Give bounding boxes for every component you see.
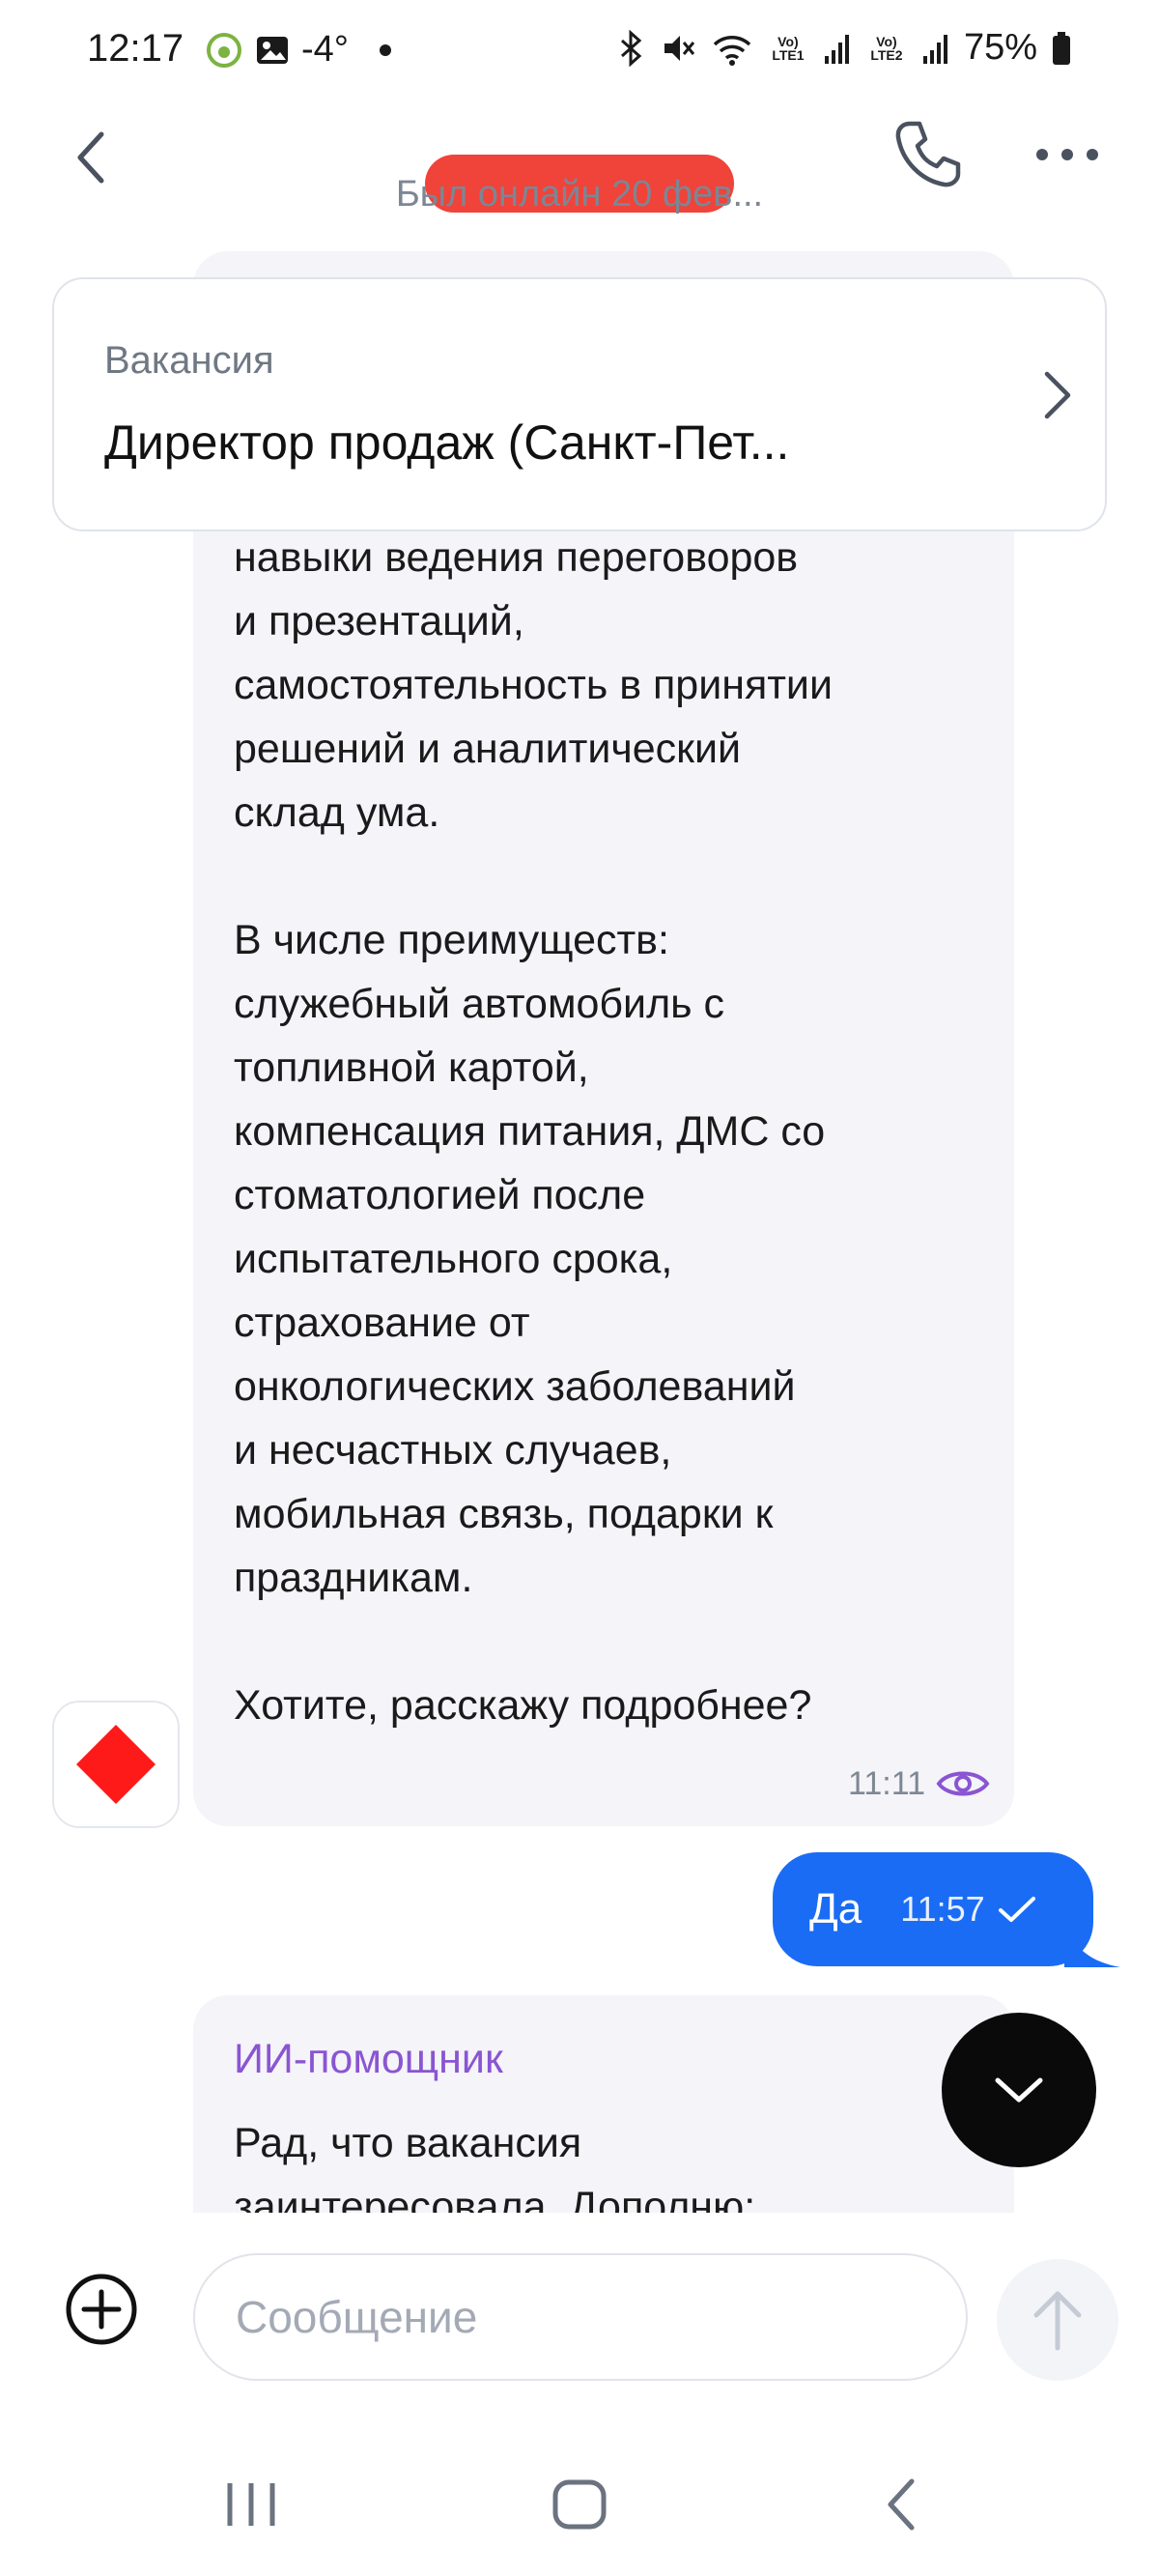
outgoing-message-bubble[interactable]: Да 11:57 (773, 1852, 1093, 1966)
message-text: навыки ведения переговоров и презентаций… (234, 534, 833, 1729)
message-text: Да (809, 1885, 862, 1932)
chevron-down-icon (995, 2077, 1043, 2103)
back-button[interactable] (58, 124, 126, 191)
call-button[interactable] (879, 106, 975, 203)
chevron-right-icon (1044, 371, 1071, 419)
signal-2-icon (922, 34, 947, 64)
message-sender: ИИ-помощник (234, 2036, 503, 2082)
assistant-message-bubble[interactable]: ИИ-помощник Рад, что вакансия заинтересо… (193, 1995, 1014, 2213)
recents-icon[interactable] (222, 2479, 280, 2530)
vacancy-label: Вакансия (104, 339, 274, 382)
lte1-label: Vo) LTE1 (772, 33, 805, 63)
chevron-left-icon (77, 131, 104, 184)
message-meta: 11:11 (848, 1764, 991, 1803)
message-input[interactable] (193, 2253, 968, 2381)
attach-button[interactable] (58, 2266, 145, 2353)
contact-status: Был онлайн 20 фев... (395, 174, 764, 215)
vacancy-card[interactable]: Вакансия Директор продаж (Санкт-Пет... (52, 277, 1107, 531)
bluetooth-icon (620, 29, 642, 67)
checkmark-icon (998, 1897, 1035, 1922)
vacancy-title: Директор продаж (Санкт-Пет... (104, 415, 790, 470)
wifi-icon (713, 35, 751, 66)
nav-back-icon[interactable] (881, 2476, 919, 2533)
signal-1-icon (824, 34, 849, 64)
status-time: 12:17 (87, 27, 184, 70)
more-button[interactable] (1029, 126, 1106, 184)
status-right-icons: Vo) LTE1 Vo) LTE2 75% (616, 27, 1072, 69)
app-notification-icon (207, 32, 241, 68)
home-icon[interactable] (551, 2477, 608, 2532)
system-nav-bar (0, 2416, 1159, 2576)
bubble-tail (1064, 1923, 1120, 1967)
message-time: 11:57 (900, 1889, 985, 1929)
phone-icon (895, 121, 961, 187)
message-text: Рад, что вакансия заинтересовала. Дополн… (234, 2120, 756, 2213)
battery-icon (1053, 31, 1070, 65)
image-notification-icon (257, 36, 288, 64)
status-left-icons: -4° (205, 29, 391, 71)
sender-avatar[interactable] (52, 1701, 180, 1828)
lte2-label: Vo) LTE2 (870, 33, 903, 63)
mute-icon (664, 35, 695, 61)
scroll-to-bottom-button[interactable] (942, 2013, 1096, 2167)
send-button[interactable] (997, 2259, 1118, 2381)
battery-percent: 75% (963, 27, 1037, 68)
chat-header: Был онлайн 20 фев... (0, 106, 1159, 251)
message-composer (0, 2213, 1159, 2396)
message-time: 11:11 (847, 1764, 925, 1802)
plus-circle-icon (66, 2274, 137, 2345)
status-temperature: -4° (301, 29, 349, 70)
status-notification-dot (379, 43, 391, 56)
status-bar: 12:17 -4° Vo) LTE1 Vo) LTE2 75% (0, 0, 1159, 106)
message-list[interactable]: навыки ведения переговоров и презентаций… (0, 251, 1159, 2213)
arrow-up-icon (1033, 2291, 1082, 2351)
eye-icon (936, 1771, 990, 1796)
more-dots-icon (1036, 149, 1048, 160)
diamond-logo-icon (76, 1725, 155, 1804)
